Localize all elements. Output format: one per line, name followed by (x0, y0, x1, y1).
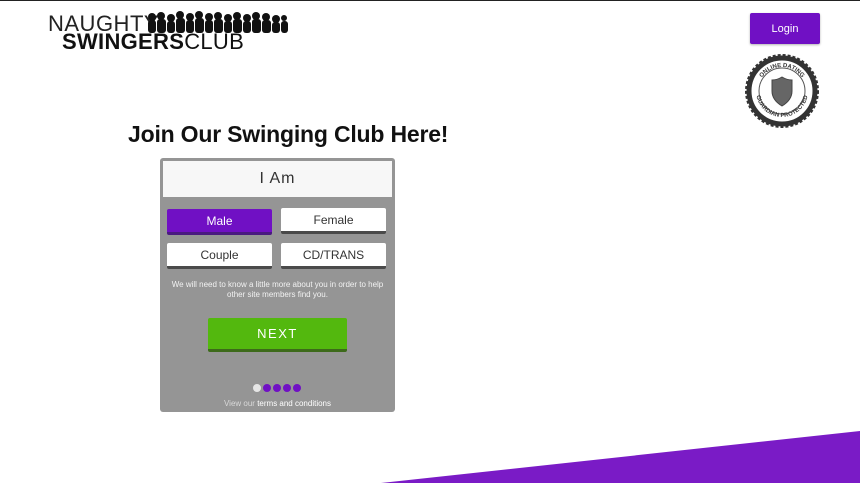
terms-line: View our terms and conditions (160, 399, 395, 408)
progress-dot (263, 384, 271, 392)
logo-text-swingers-club: SWINGERSCLUB (62, 29, 244, 55)
progress-dots (253, 384, 301, 392)
option-cdtrans-button[interactable]: CD/TRANS (281, 243, 386, 269)
page-headline: Join Our Swinging Club Here! (128, 121, 449, 147)
site-logo[interactable]: NAUGHTY SWINGERSCLUB (48, 11, 288, 54)
login-button[interactable]: Login (750, 13, 820, 44)
progress-dot-current (253, 384, 261, 392)
signup-form-card: I Am Male Female Couple CD/TRANS We will… (160, 158, 395, 412)
form-help-note: We will need to know a little more about… (171, 280, 384, 299)
logo-text-swingers: SWINGERS (62, 29, 185, 54)
next-button[interactable]: NEXT (208, 318, 347, 352)
logo-text-club: CLUB (184, 29, 245, 54)
progress-dot (283, 384, 291, 392)
terms-link[interactable]: terms and conditions (257, 399, 331, 408)
purple-decorative-band (381, 431, 860, 483)
terms-prefix: View our (223, 399, 255, 408)
progress-dot (273, 384, 281, 392)
option-male-button[interactable]: Male (167, 209, 272, 235)
option-couple-button[interactable]: Couple (167, 243, 272, 269)
form-title: I Am (163, 161, 392, 197)
progress-dot (293, 384, 301, 392)
guardian-protected-badge: ONLINE DATING GUARDIAN PROTECTED (745, 54, 819, 128)
option-female-button[interactable]: Female (281, 208, 386, 234)
